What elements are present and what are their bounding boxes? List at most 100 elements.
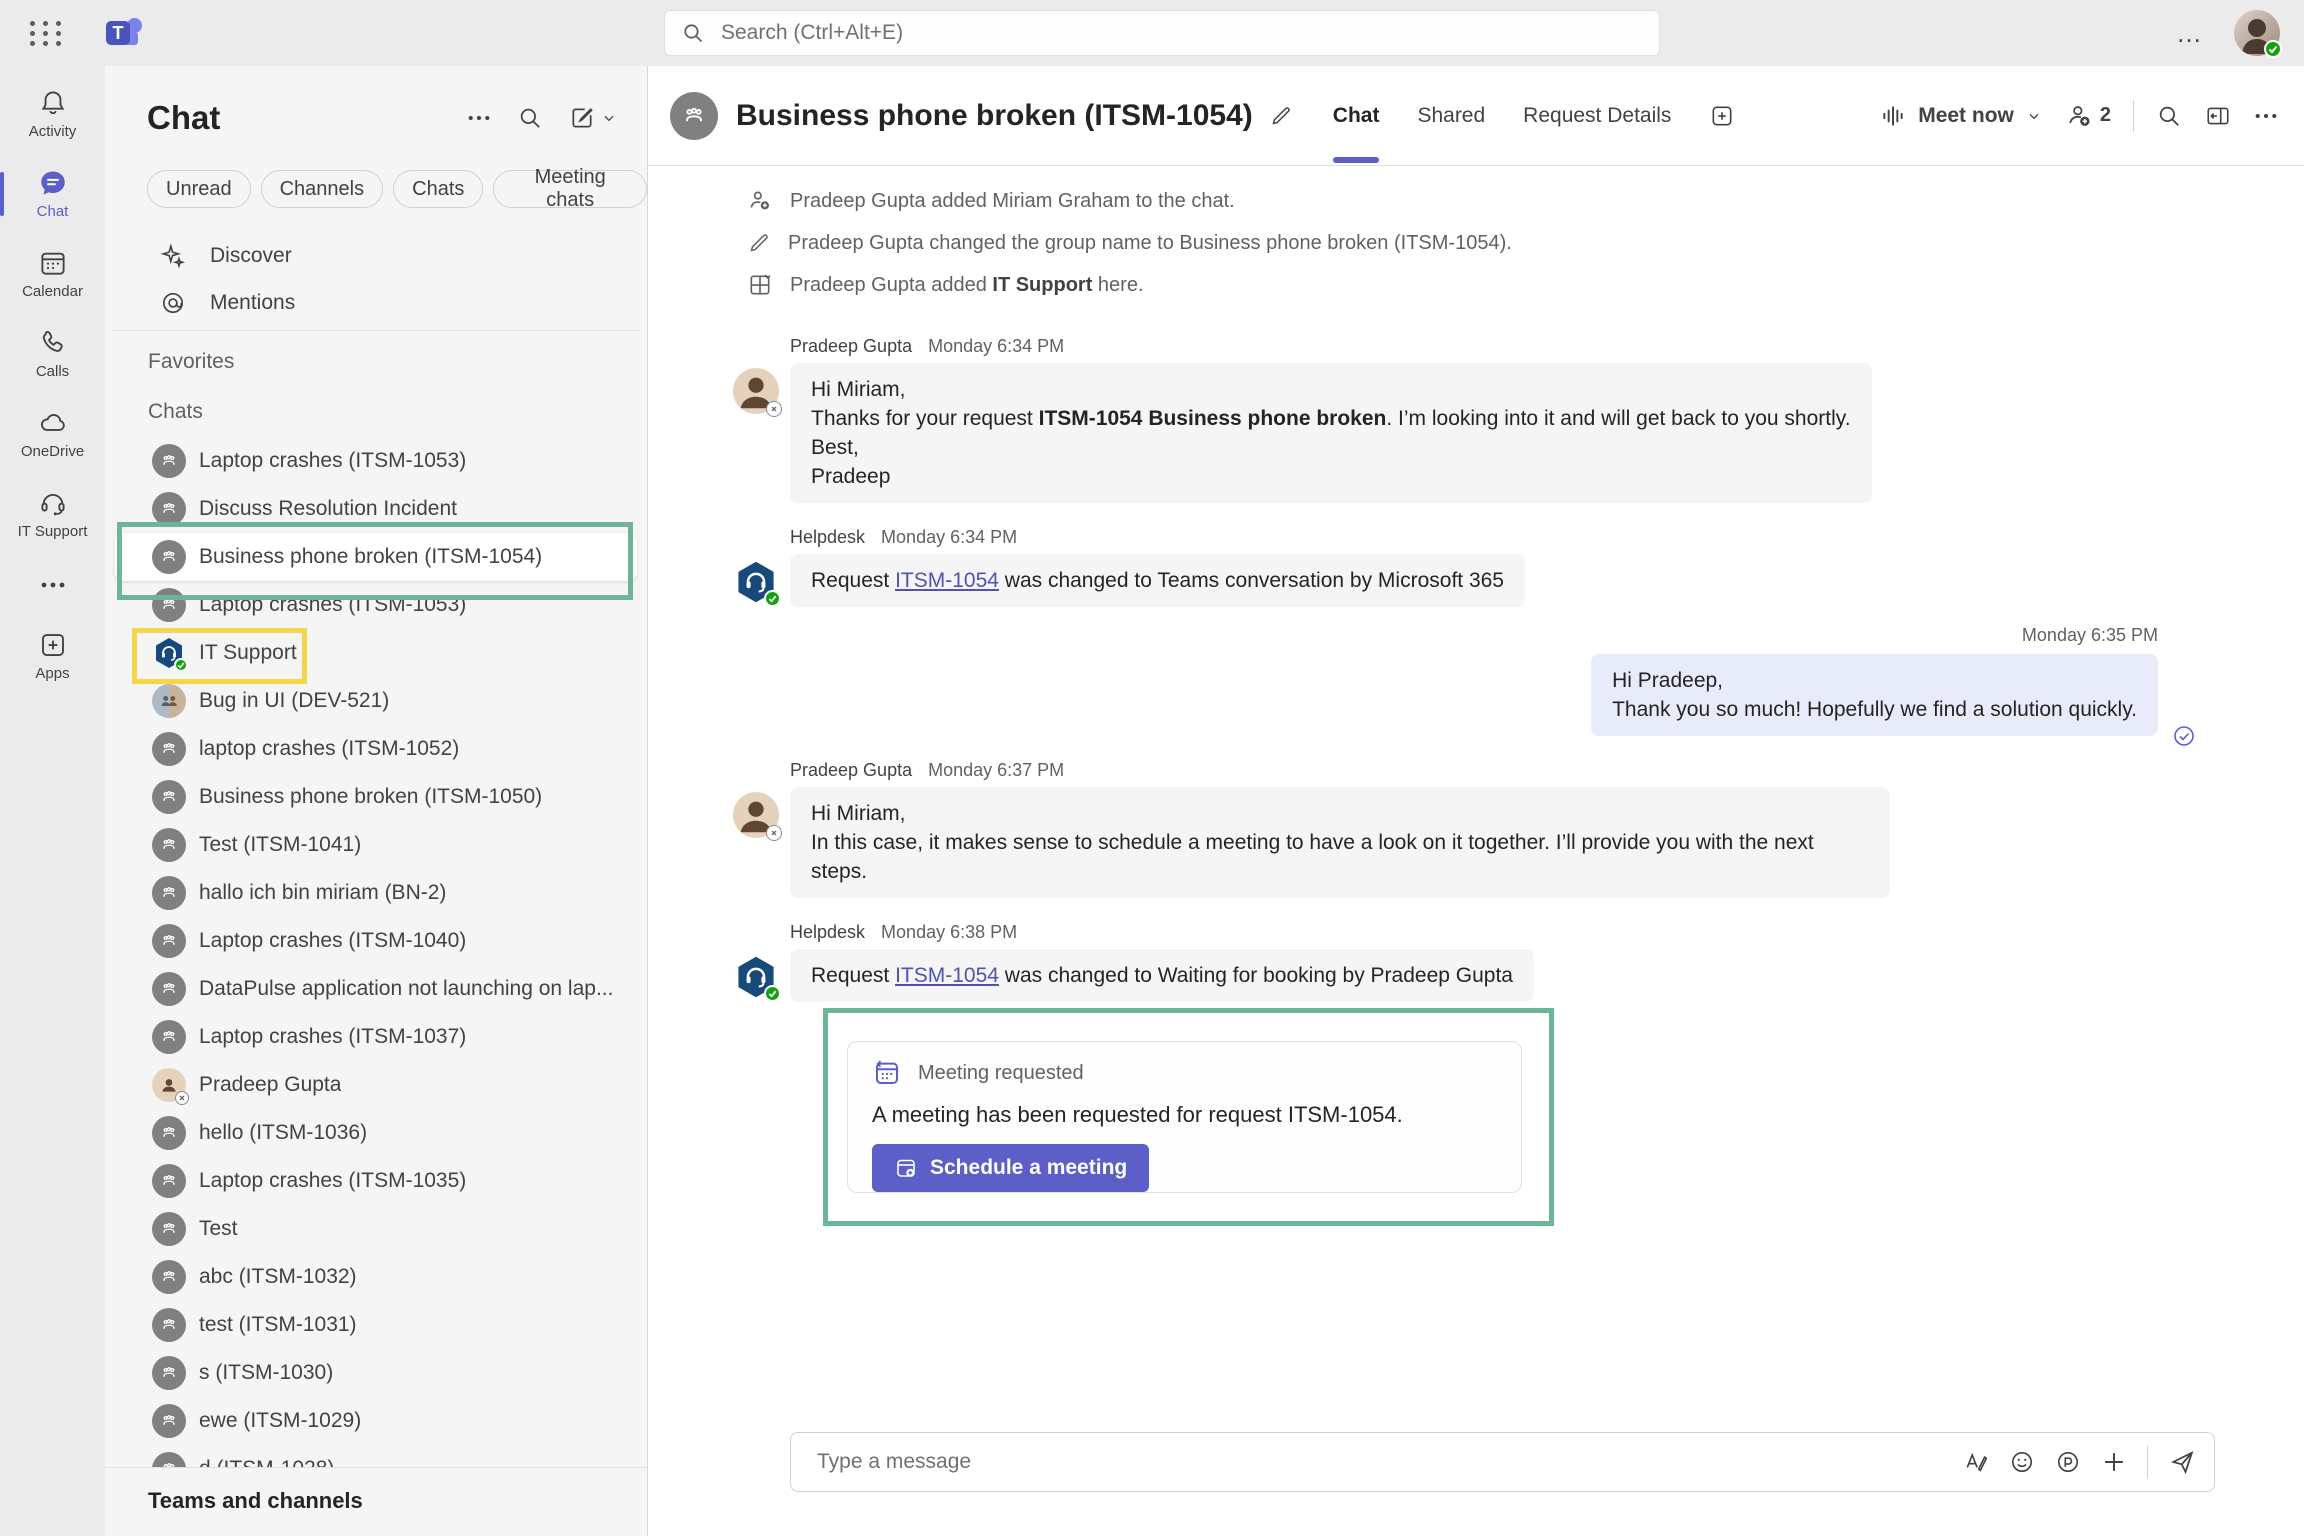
chat-list-item[interactable]: Laptop crashes (ITSM-1053): [105, 581, 647, 629]
chat-list-item[interactable]: d (ITSM-1028): [105, 1445, 647, 1467]
attach-plus-icon[interactable]: [2101, 1449, 2127, 1475]
search-input[interactable]: [721, 21, 1643, 45]
filter-chats[interactable]: Chats: [393, 170, 483, 208]
chat-item-label: Bug in UI (DEV-521): [199, 689, 389, 713]
chat-list-item[interactable]: Bug in UI (DEV-521): [105, 677, 647, 725]
chat-item-label: test (ITSM-1031): [199, 1313, 357, 1337]
chat-item-label: s (ITSM-1030): [199, 1361, 333, 1385]
apps-plus-icon: [38, 630, 68, 660]
loop-icon[interactable]: [2055, 1449, 2081, 1475]
app-top-bar: T …: [0, 0, 2304, 66]
headset-icon: [38, 488, 68, 518]
message-list[interactable]: Pradeep Gupta added Miriam Graham to the…: [648, 166, 2304, 1432]
chat-list-item[interactable]: ewe (ITSM-1029): [105, 1397, 647, 1445]
app-launcher-waffle-icon[interactable]: [30, 21, 64, 46]
teams-and-channels-link[interactable]: Teams and channels: [105, 1467, 647, 1529]
rail-more-icon[interactable]: [0, 554, 105, 616]
chat-list-item[interactable]: hello (ITSM-1036): [105, 1109, 647, 1157]
user-avatar[interactable]: [2234, 10, 2280, 56]
message-bubble[interactable]: Hi Pradeep, Thank you so much! Hopefully…: [1591, 654, 2158, 736]
chat-list-item[interactable]: Laptop crashes (ITSM-1053): [105, 437, 647, 485]
filter-channels[interactable]: Channels: [261, 170, 384, 208]
rail-item-it-support[interactable]: IT Support: [0, 474, 105, 554]
message-bubble[interactable]: Request ITSM-1054 was changed to Teams c…: [790, 554, 1525, 607]
message-bubble[interactable]: Hi Miriam, Thanks for your request ITSM-…: [790, 363, 1872, 503]
chat-list-item[interactable]: Laptop crashes (ITSM-1037): [105, 1013, 647, 1061]
message-input[interactable]: [817, 1450, 1963, 1474]
chat-list-item[interactable]: abc (ITSM-1032): [105, 1253, 647, 1301]
section-chats[interactable]: Chats: [105, 387, 647, 437]
add-tab-icon[interactable]: [1709, 103, 1735, 129]
chat-list-item[interactable]: s (ITSM-1030): [105, 1349, 647, 1397]
sidebar-item-discover[interactable]: Discover: [105, 232, 647, 279]
system-message-text: Pradeep Gupta added Miriam Graham to the…: [790, 190, 1235, 213]
bell-icon: [38, 88, 68, 118]
chat-list-item-selected[interactable]: Business phone broken (ITSM-1054): [115, 533, 637, 581]
search-in-chat-icon[interactable]: [2156, 103, 2182, 129]
group-avatar: [152, 972, 186, 1006]
chat-list-item[interactable]: laptop crashes (ITSM-1052): [105, 725, 647, 773]
chat-item-label: ewe (ITSM-1029): [199, 1409, 361, 1433]
more-options-icon[interactable]: [2254, 112, 2278, 120]
system-message-text: Pradeep Gupta changed the group name to …: [788, 232, 1512, 255]
message-incoming: Pradeep GuptaMonday 6:37 PM Hi Miriam, I…: [733, 760, 2158, 898]
tab-request-details[interactable]: Request Details: [1523, 66, 1671, 165]
settings-and-more-icon[interactable]: …: [2176, 18, 2204, 49]
group-avatar: [152, 1164, 186, 1198]
new-chat-icon[interactable]: [569, 105, 595, 131]
schedule-meeting-label: Schedule a meeting: [930, 1156, 1127, 1180]
add-people-button[interactable]: 2: [2064, 102, 2111, 130]
message-outgoing: Monday 6:35 PM Hi Pradeep, Thank you so …: [733, 625, 2158, 736]
chat-list-panel: Chat Unread Channels Chats Meeting chats…: [105, 66, 648, 1536]
chat-filter-more-icon[interactable]: [467, 114, 491, 122]
chat-list: Laptop crashes (ITSM-1053) Discuss Resol…: [105, 437, 647, 1467]
message-time: Monday 6:35 PM: [2022, 625, 2158, 646]
message-bubble[interactable]: Request ITSM-1054 was changed to Waiting…: [790, 949, 1534, 1002]
chat-list-item[interactable]: Laptop crashes (ITSM-1040): [105, 917, 647, 965]
group-avatar: [670, 92, 718, 140]
message-author: Pradeep Gupta: [790, 760, 912, 781]
calendar-icon: [38, 248, 68, 278]
chat-list-item[interactable]: test (ITSM-1031): [105, 1301, 647, 1349]
chat-list-item[interactable]: Test (ITSM-1041): [105, 821, 647, 869]
meeting-requested-card: Meeting requested A meeting has been req…: [847, 1041, 1522, 1193]
teams-logo: T: [106, 16, 142, 50]
request-link[interactable]: ITSM-1054: [895, 569, 999, 592]
emoji-icon[interactable]: [2009, 1449, 2035, 1475]
filter-meeting-chats[interactable]: Meeting chats: [493, 170, 647, 208]
presence-available-icon: [2264, 40, 2282, 58]
tab-shared[interactable]: Shared: [1417, 66, 1485, 165]
section-favorites[interactable]: Favorites: [105, 337, 647, 387]
schedule-meeting-button[interactable]: Schedule a meeting: [872, 1144, 1149, 1192]
chat-search-icon[interactable]: [517, 105, 543, 131]
chat-list-item[interactable]: DataPulse application not launching on l…: [105, 965, 647, 1013]
calendar-add-icon: [894, 1156, 918, 1180]
chat-list-item-pradeep-gupta[interactable]: Pradeep Gupta: [105, 1061, 647, 1109]
rail-item-activity[interactable]: Activity: [0, 74, 105, 154]
rail-item-calls[interactable]: Calls: [0, 314, 105, 394]
chat-list-item[interactable]: Business phone broken (ITSM-1050): [105, 773, 647, 821]
chat-list-item[interactable]: Discuss Resolution Incident: [105, 485, 647, 533]
meet-now-button[interactable]: Meet now: [1880, 103, 2042, 129]
compose-bar[interactable]: [790, 1432, 2215, 1492]
chat-list-item[interactable]: Test: [105, 1205, 647, 1253]
rename-chat-pencil-icon[interactable]: [1269, 104, 1293, 128]
format-icon[interactable]: [1963, 1449, 1989, 1475]
tab-chat[interactable]: Chat: [1333, 66, 1380, 165]
send-icon[interactable]: [2168, 1448, 2196, 1476]
chat-list-item[interactable]: hallo ich bin miriam (BN-2): [105, 869, 647, 917]
global-search[interactable]: [664, 10, 1660, 56]
chat-list-item-it-support[interactable]: IT Support: [105, 629, 647, 677]
message-time: Monday 6:34 PM: [881, 527, 1017, 548]
sidebar-item-mentions[interactable]: Mentions: [105, 279, 647, 326]
rail-item-calendar[interactable]: Calendar: [0, 234, 105, 314]
rail-item-chat[interactable]: Chat: [0, 154, 105, 234]
chat-list-item[interactable]: Laptop crashes (ITSM-1035): [105, 1157, 647, 1205]
request-link[interactable]: ITSM-1054: [895, 964, 999, 987]
rail-item-onedrive[interactable]: OneDrive: [0, 394, 105, 474]
message-bubble[interactable]: Hi Miriam, In this case, it makes sense …: [790, 787, 1890, 898]
rail-item-apps[interactable]: Apps: [0, 616, 105, 696]
new-chat-chevron-icon[interactable]: [601, 110, 617, 126]
filter-unread[interactable]: Unread: [147, 170, 251, 208]
open-side-pane-icon[interactable]: [2204, 103, 2232, 129]
